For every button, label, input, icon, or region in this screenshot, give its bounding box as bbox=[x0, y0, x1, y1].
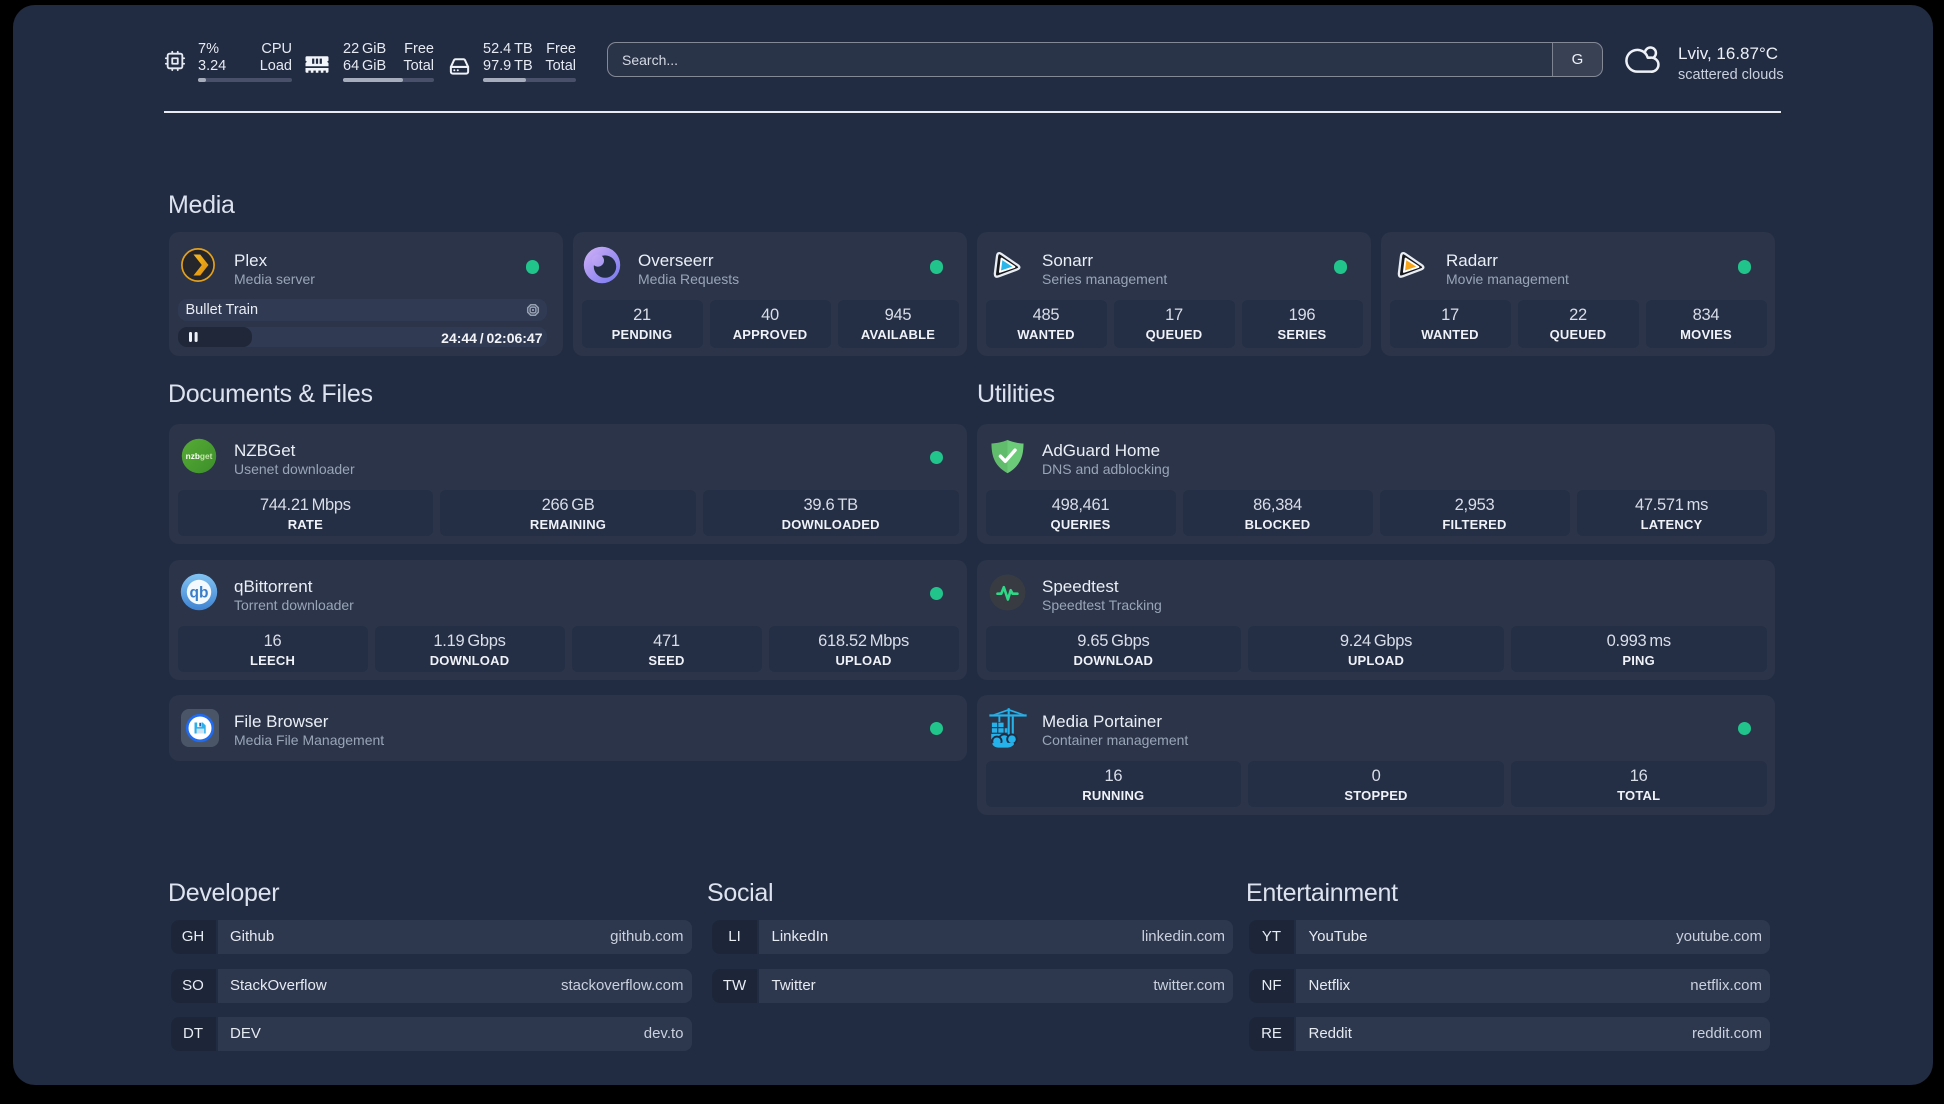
svg-text:nzbget: nzbget bbox=[186, 451, 213, 461]
svg-text:qb: qb bbox=[190, 585, 209, 602]
